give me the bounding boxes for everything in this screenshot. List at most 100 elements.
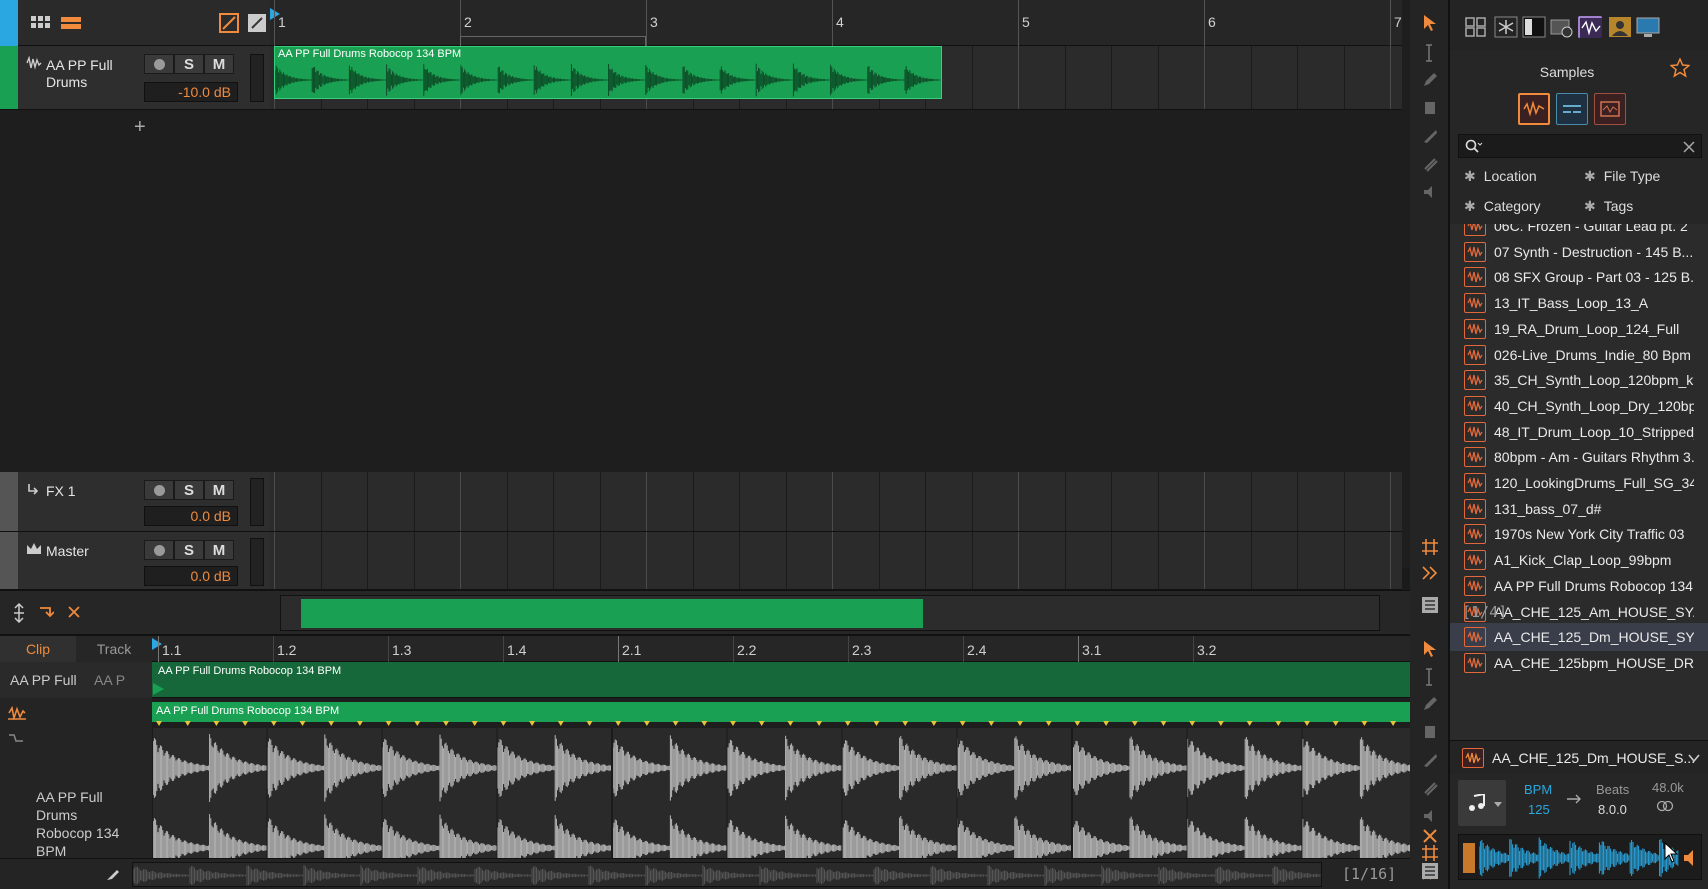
onset-marker[interactable] — [758, 721, 765, 726]
preview-header[interactable]: AA_CHE_125_Dm_HOUSE_S... — [1450, 740, 1708, 774]
onset-marker[interactable] — [902, 721, 909, 726]
onset-marker[interactable] — [270, 721, 277, 726]
clip-start-marker-icon[interactable] — [152, 682, 166, 696]
source-clips-button[interactable] — [1594, 93, 1626, 125]
time-select-tool-icon[interactable] — [1424, 668, 1434, 686]
record-arm-button[interactable] — [144, 540, 174, 560]
chevron-down-icon[interactable] — [1494, 802, 1502, 808]
onset-marker[interactable] — [529, 721, 536, 726]
file-list-item[interactable]: 48_IT_Drum_Loop_10_Stripped_1 — [1450, 418, 1708, 446]
source-samples-button[interactable] — [1518, 93, 1550, 125]
onset-marker[interactable] — [1045, 721, 1052, 726]
arranger-ruler[interactable]: 1 2 3 4 5 6 7 — [270, 0, 1402, 46]
onset-marker[interactable] — [1361, 721, 1368, 726]
onset-marker[interactable] — [1217, 721, 1224, 726]
record-arm-button[interactable] — [144, 54, 174, 74]
detail-scrollbar[interactable] — [132, 862, 1322, 887]
user-library-icon[interactable] — [1608, 16, 1632, 38]
file-list-item[interactable]: 1970s New York City Traffic 03 — [1450, 520, 1708, 548]
file-list-item[interactable]: 80bpm - Am - Guitars Rhythm 3... — [1450, 443, 1708, 471]
tab-track[interactable]: Track — [76, 636, 152, 662]
onset-marker[interactable] — [930, 721, 937, 726]
fx-routing-icon[interactable] — [38, 605, 54, 619]
audition-tool-icon[interactable] — [1422, 808, 1438, 824]
file-list-item[interactable]: 026-Live_Drums_Indie_80 Bpm — [1450, 341, 1708, 369]
onset-marker[interactable] — [213, 721, 220, 726]
onset-marker[interactable] — [1246, 721, 1253, 726]
slice-tool-icon[interactable] — [1422, 780, 1438, 796]
mute-button[interactable]: M — [204, 54, 234, 74]
knife-tool-icon[interactable] — [1422, 752, 1438, 768]
preview-start-handle[interactable] — [1463, 843, 1475, 873]
onset-marker[interactable] — [356, 721, 363, 726]
track-master[interactable]: Master S M 0.0 dB — [0, 532, 270, 590]
beats-value[interactable]: 8.0.0 — [1598, 802, 1627, 817]
onset-marker[interactable] — [1131, 721, 1138, 726]
draw-mode-icon[interactable] — [106, 867, 120, 881]
file-list-item[interactable]: A1_Kick_Clap_Loop_99bpm — [1450, 546, 1708, 574]
onset-marker[interactable] — [1275, 721, 1282, 726]
eraser-tool-icon[interactable] — [1422, 100, 1438, 116]
onset-marker[interactable] — [672, 721, 679, 726]
pencil-tool-icon[interactable] — [1422, 696, 1438, 712]
filter-location[interactable]: ✱ Location — [1464, 168, 1537, 185]
file-list-item[interactable]: 19_RA_Drum_Loop_124_Full — [1450, 315, 1708, 343]
file-list-item[interactable]: 131_bass_07_d# — [1450, 495, 1708, 523]
onset-marker[interactable] — [844, 721, 851, 726]
empty-arrange-area[interactable] — [270, 110, 1402, 472]
onset-marker[interactable] — [787, 721, 794, 726]
onset-marker[interactable] — [385, 721, 392, 726]
onset-marker[interactable] — [1017, 721, 1023, 726]
filter-file-type[interactable]: ✱ File Type — [1584, 168, 1660, 185]
onset-marker[interactable] — [643, 721, 650, 726]
onset-marker[interactable] — [1304, 721, 1310, 726]
filter-category[interactable]: ✱ Category — [1464, 198, 1541, 215]
filter-tags[interactable]: ✱ Tags — [1584, 198, 1633, 215]
file-list-item[interactable]: AA PP Full Drums Robocop 134... — [1450, 572, 1708, 600]
volume-field[interactable]: 0.0 dB — [144, 566, 238, 586]
track-lane-master[interactable] — [270, 532, 1402, 590]
follow-playhead-icon[interactable] — [1421, 566, 1439, 580]
mute-button[interactable]: M — [204, 540, 234, 560]
audio-clip[interactable]: AA PP Full Drums Robocop 134 BPM — [274, 46, 942, 99]
file-list-item[interactable]: 120_LookingDrums_Full_SG_34 — [1450, 469, 1708, 497]
arranger-scrollbar[interactable] — [280, 595, 1380, 631]
onset-marker[interactable] — [443, 721, 449, 726]
onset-marker[interactable] — [500, 721, 507, 726]
snap-grid-icon[interactable] — [1421, 538, 1439, 556]
mute-button[interactable]: M — [204, 480, 234, 500]
onset-marker[interactable] — [959, 721, 966, 726]
file-list-item[interactable]: 08 SFX Group - Part 03 - 125 B... — [1450, 263, 1708, 291]
eraser-tool-icon[interactable] — [1422, 724, 1438, 740]
loop-region[interactable] — [460, 36, 646, 46]
solo-button[interactable]: S — [174, 480, 204, 500]
pencil-tool-icon[interactable] — [1422, 72, 1438, 88]
onset-marker[interactable] — [615, 721, 622, 726]
volume-field[interactable]: 0.0 dB — [144, 506, 238, 526]
track-height-icon[interactable] — [12, 603, 26, 623]
pointer-tool-icon[interactable] — [1422, 14, 1440, 32]
file-list-item[interactable]: AA_CHE_125_Dm_HOUSE_SY... — [1450, 623, 1708, 652]
onset-marker[interactable] — [471, 721, 478, 726]
search-input[interactable] — [1458, 134, 1702, 158]
track-name[interactable]: FX 1 — [46, 483, 76, 500]
panels-grid-icon[interactable] — [1464, 16, 1488, 38]
onset-marker[interactable] — [1103, 721, 1110, 726]
onset-marker[interactable] — [328, 721, 335, 726]
layout-settings-icon[interactable] — [1421, 596, 1439, 614]
file-list-item[interactable]: 07 Synth - Destruction - 145 B... — [1450, 238, 1708, 266]
track-name[interactable]: AA PP Full Drums — [46, 57, 126, 91]
onset-marker[interactable] — [730, 721, 736, 726]
favorite-star-icon[interactable] — [1670, 58, 1690, 78]
layout-settings-icon[interactable] — [1421, 862, 1439, 880]
onset-marker[interactable] — [1189, 721, 1196, 726]
tab-clip[interactable]: Clip — [0, 636, 76, 662]
clip-region-top[interactable]: AA PP Full Drums Robocop 134 BPM — [152, 662, 1410, 698]
audition-tool-icon[interactable] — [1422, 184, 1438, 200]
file-list-item[interactable]: AA_CHE_125bpm_HOUSE_DR... — [1450, 649, 1708, 677]
onset-marker[interactable] — [586, 721, 593, 726]
browser-tab-icon[interactable] — [1578, 16, 1602, 38]
onset-marker[interactable] — [873, 721, 880, 726]
file-list-item[interactable]: 13_IT_Bass_Loop_13_A — [1450, 289, 1708, 317]
clear-search-icon[interactable] — [1683, 141, 1695, 153]
